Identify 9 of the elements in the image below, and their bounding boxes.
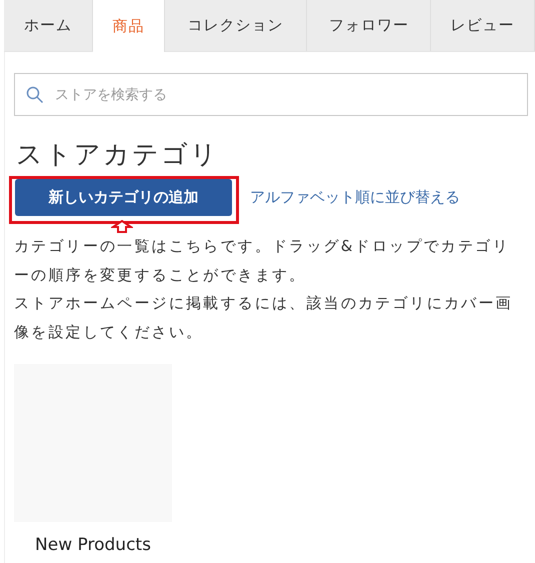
arrow-icon [111,220,133,233]
category-name[interactable]: New Products [14,534,172,556]
add-category-button[interactable]: 新しいカテゴリの追加 [15,179,232,216]
description-text: ストアホームページに掲載するには、該当のカテゴリにカバー画像を設定してください。 [14,293,514,342]
page-heading: ストアカテゴリ [16,139,219,172]
sort-link[interactable]: アルファベット順に並び替える [250,188,460,207]
search-icon [26,86,44,104]
search-field[interactable]: ストアを検索する [14,73,528,116]
description-text: カテゴリーの一覧はこちらです。ドラッグ&ドロップでカテゴリーの順序を変更することができます。 [14,236,510,286]
